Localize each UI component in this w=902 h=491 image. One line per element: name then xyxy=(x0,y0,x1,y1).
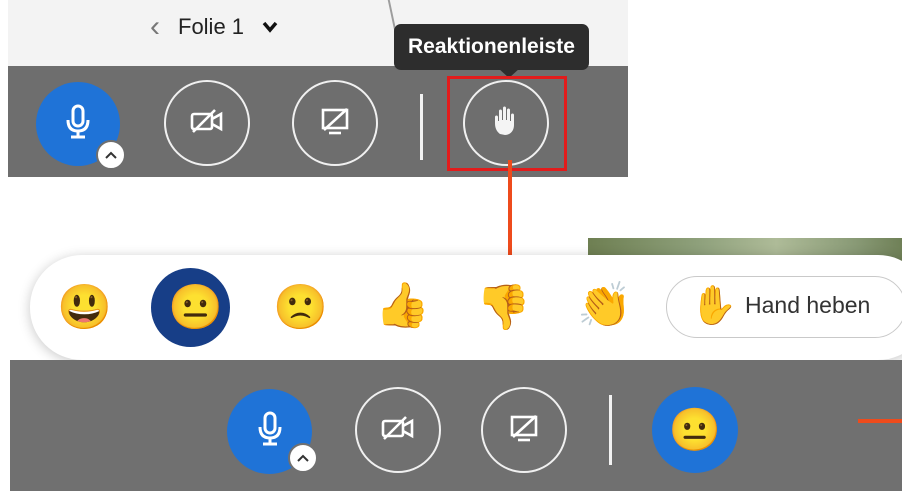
raise-hand-label: Hand heben xyxy=(745,292,871,318)
screen-share-button[interactable] xyxy=(292,80,378,166)
slide-label: Folie 1 xyxy=(178,14,245,39)
clapping-hands-icon[interactable]: 👏 xyxy=(577,284,632,328)
audio-options-chevron-icon[interactable] xyxy=(288,443,318,473)
slide-navigation: ‹ Folie 1 xyxy=(150,6,278,48)
microphone-button-bottom[interactable] xyxy=(227,389,318,474)
frowning-face-icon[interactable]: 🙁 xyxy=(273,286,328,330)
screen-share-off-icon xyxy=(509,413,539,448)
microphone-button[interactable] xyxy=(36,82,126,170)
chevron-down-icon[interactable] xyxy=(262,21,278,33)
screen-share-off-icon xyxy=(320,106,350,141)
toolbar-divider xyxy=(420,94,423,160)
grinning-face-icon[interactable]: 😃 xyxy=(57,286,112,330)
screen-share-button-bottom[interactable] xyxy=(481,387,567,473)
highlight-frame xyxy=(447,76,567,171)
thumbs-up-icon[interactable]: 👍 xyxy=(375,284,430,328)
camera-off-icon xyxy=(381,415,415,446)
previous-slide-icon[interactable]: ‹ xyxy=(150,10,160,44)
neutral-face-icon[interactable]: 😐 xyxy=(168,286,223,330)
microphone-icon xyxy=(257,411,283,452)
annotation-arrow xyxy=(508,160,512,266)
neutral-face-icon: 😐 xyxy=(668,406,722,453)
tooltip-text: Reaktionenleiste xyxy=(408,35,575,58)
current-reaction-button[interactable]: 😐 xyxy=(652,387,738,473)
camera-button-bottom[interactable] xyxy=(355,387,441,473)
toolbar-bottom xyxy=(10,360,902,491)
thumbs-down-icon[interactable]: 👎 xyxy=(476,286,531,330)
annotation-line xyxy=(858,419,902,423)
camera-button[interactable] xyxy=(164,80,250,166)
microphone-icon xyxy=(65,104,91,145)
audio-options-chevron-icon[interactable] xyxy=(96,140,126,170)
toolbar-divider xyxy=(609,395,612,465)
camera-off-icon xyxy=(190,108,224,139)
tooltip: Reaktionenleiste xyxy=(394,24,589,70)
raised-hand-icon: ✋ xyxy=(690,285,738,327)
